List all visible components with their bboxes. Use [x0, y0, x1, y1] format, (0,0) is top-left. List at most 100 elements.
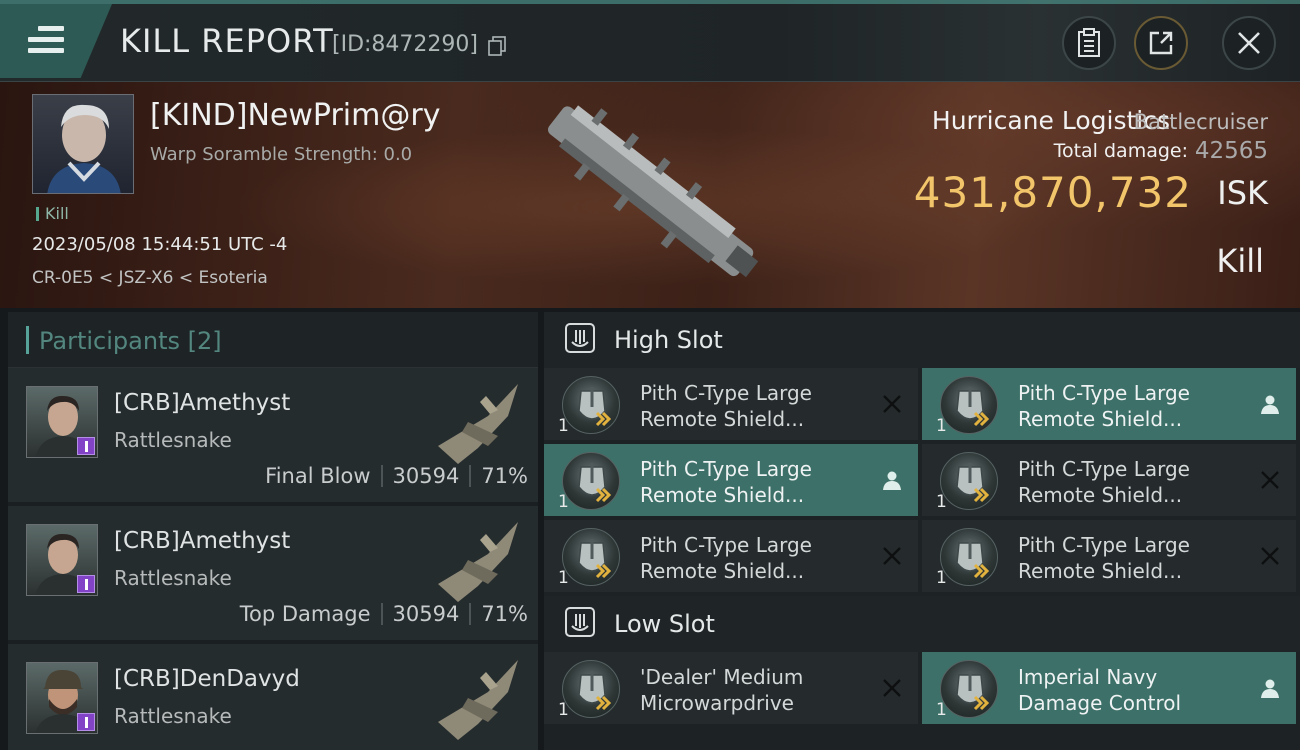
victim-portrait[interactable]	[32, 94, 134, 194]
participant-name[interactable]: [CRB]DenDavyd	[114, 666, 300, 692]
destroyed-x-icon	[1261, 471, 1279, 489]
ship-render-icon	[548, 105, 759, 278]
avatar	[26, 662, 98, 734]
participant-row[interactable]: [CRB]DenDavyd Rattlesnake	[8, 644, 538, 750]
participants-panel: Participants [2] [CRB]Amethyst Rattlesna…	[8, 312, 538, 750]
module-tile[interactable]: 1 Pith C-Type Large Remote Shield...	[544, 368, 918, 440]
total-damage-value: 42565	[1194, 138, 1268, 164]
share-button[interactable]	[1134, 16, 1188, 70]
module-name: Imperial Navy Damage Control	[1018, 664, 1248, 716]
victim-banner: [KIND]NewPrim@ry Warp Soramble Strength:…	[0, 82, 1300, 308]
module-tile[interactable]: 1 Pith C-Type Large Remote Shield...	[922, 444, 1296, 516]
clipboard-button[interactable]	[1062, 16, 1116, 70]
total-damage-label: Total damage:	[1053, 140, 1188, 162]
destroyed-x-icon	[1261, 547, 1279, 565]
module-tile[interactable]: 1 'Dealer' Medium Microwarpdrive	[544, 652, 918, 724]
module-quantity: 1	[936, 492, 947, 512]
participants-title: Participants [2]	[8, 312, 538, 368]
avatar	[26, 524, 98, 596]
destroyed-x-icon	[883, 679, 901, 697]
module-name-line2: Remote Shield...	[640, 483, 805, 507]
page-title: KILL REPORT	[120, 22, 334, 60]
isk-unit: ISK	[1217, 174, 1268, 212]
module-name-line2: Damage Control	[1018, 691, 1182, 715]
module-name-line1: Pith C-Type Large	[1018, 533, 1190, 557]
module-name: Pith C-Type Large Remote Shield...	[1018, 380, 1248, 432]
participant-percent: 71%	[481, 464, 528, 488]
low-slot-icon	[565, 607, 595, 637]
module-name-line1: Pith C-Type Large	[1018, 381, 1190, 405]
module-quantity: 1	[558, 700, 569, 720]
module-icon	[562, 376, 620, 434]
participant-row[interactable]: [CRB]Amethyst Rattlesnake Top Damage 3059…	[8, 506, 538, 640]
module-name-line1: Pith C-Type Large	[640, 381, 812, 405]
menu-button[interactable]	[0, 4, 112, 78]
rattlesnake-ship-icon	[438, 660, 518, 740]
module-name-line2: Remote Shield...	[1018, 483, 1183, 507]
info-badge-icon	[77, 713, 95, 731]
participant-ship: Rattlesnake	[114, 704, 232, 728]
module-tile[interactable]: 1 Pith C-Type Large Remote Shield...	[544, 444, 918, 516]
dropped-person-icon	[1261, 679, 1279, 698]
ship-class: Battlecruiser	[1133, 110, 1268, 134]
module-tile[interactable]: 1 Pith C-Type Large Remote Shield...	[544, 520, 918, 592]
high-slot-icon	[565, 323, 595, 353]
fitting-panel: High Slot 1 Pith C-Type Large Remote Shiel…	[544, 312, 1300, 750]
kill-location[interactable]: CR-0E5 < JSZ-X6 < Esoteria	[32, 268, 268, 288]
close-button[interactable]	[1222, 16, 1276, 70]
module-icon	[562, 528, 620, 586]
module-icon	[562, 452, 620, 510]
module-icon	[940, 452, 998, 510]
module-name-line2: Microwarpdrive	[640, 691, 794, 715]
copy-icon[interactable]	[488, 36, 506, 56]
report-id: [ID:8472290]	[332, 32, 478, 57]
info-badge-icon	[77, 575, 95, 593]
isk-value: 431,870,732	[913, 168, 1192, 217]
participant-row[interactable]: [CRB]Amethyst Rattlesnake Final Blow 3059…	[8, 368, 538, 502]
module-name-line2: Remote Shield...	[1018, 407, 1183, 431]
high-slot-grid: 1 Pith C-Type Large Remote Shield... 1 Pith …	[544, 368, 1300, 596]
info-badge-icon	[77, 437, 95, 455]
participant-ship: Rattlesnake	[114, 428, 232, 452]
hamburger-icon	[28, 26, 64, 54]
module-name: Pith C-Type Large Remote Shield...	[1018, 532, 1248, 584]
module-name: Pith C-Type Large Remote Shield...	[640, 532, 870, 584]
module-name-line1: Pith C-Type Large	[640, 533, 812, 557]
share-icon	[1149, 31, 1173, 55]
module-quantity: 1	[936, 416, 947, 436]
header-bar: KILL REPORT [ID:8472290]	[0, 0, 1300, 82]
module-name-line2: Remote Shield...	[640, 559, 805, 583]
module-name-line2: Remote Shield...	[640, 407, 805, 431]
kill-tag: Kill	[36, 204, 69, 223]
high-slot-title: High Slot	[614, 326, 723, 354]
module-tile[interactable]: 1 Imperial Navy Damage Control	[922, 652, 1296, 724]
module-quantity: 1	[936, 700, 947, 720]
module-tile[interactable]: 1 Pith C-Type Large Remote Shield...	[922, 520, 1296, 592]
close-icon	[1238, 32, 1260, 54]
module-name: Pith C-Type Large Remote Shield...	[640, 456, 870, 508]
victim-name[interactable]: [KIND]NewPrim@ry	[150, 98, 440, 133]
low-slot-grid: 1 'Dealer' Medium Microwarpdrive 1 Imperial …	[544, 652, 1300, 728]
participant-role: Final Blow	[265, 464, 371, 488]
participant-name[interactable]: [CRB]Amethyst	[114, 390, 290, 416]
destroyed-x-icon	[883, 395, 901, 413]
pilot-avatar-icon	[47, 104, 121, 193]
rattlesnake-ship-icon	[438, 522, 518, 602]
participant-name[interactable]: [CRB]Amethyst	[114, 528, 290, 554]
high-slot-header: High Slot	[544, 312, 1300, 368]
clipboard-icon	[1078, 28, 1100, 57]
module-tile[interactable]: 1 Pith C-Type Large Remote Shield...	[922, 368, 1296, 440]
module-name: Pith C-Type Large Remote Shield...	[1018, 456, 1248, 508]
rattlesnake-ship-icon	[438, 384, 518, 464]
module-name-line1: Imperial Navy	[1018, 665, 1158, 689]
module-name: 'Dealer' Medium Microwarpdrive	[640, 664, 870, 716]
module-name-line1: Pith C-Type Large	[640, 457, 812, 481]
module-name-line1: 'Dealer' Medium	[640, 665, 804, 689]
low-slot-title: Low Slot	[614, 610, 715, 638]
module-quantity: 1	[558, 492, 569, 512]
kill-result: Kill	[1216, 242, 1264, 280]
module-name-line2: Remote Shield...	[1018, 559, 1183, 583]
avatar	[26, 386, 98, 458]
dropped-person-icon	[1261, 395, 1279, 414]
module-icon	[562, 660, 620, 718]
